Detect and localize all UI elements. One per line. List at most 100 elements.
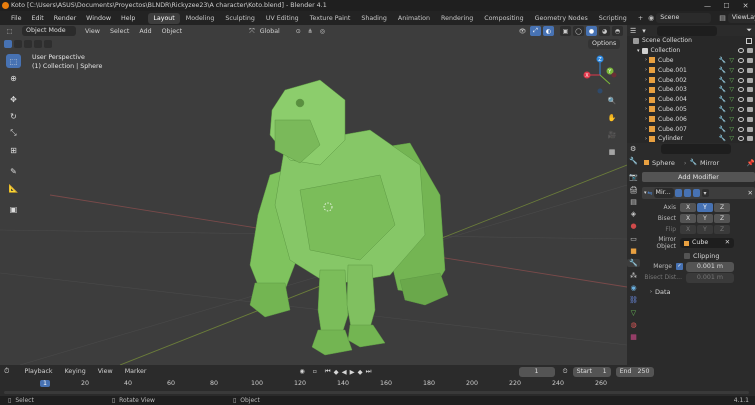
flip-z-toggle[interactable]: Z [714,225,730,234]
camera-icon[interactable] [747,136,753,142]
expand-arrow-icon[interactable]: › [645,87,647,93]
3d-viewport[interactable]: ⬚ Object Mode View Select Add Object ⤧ G… [0,25,627,365]
tab-layout[interactable]: Layout [148,12,180,24]
outliner-item[interactable]: › Cube.004 🔧 ▽ [627,95,755,105]
edit-mode-toggle-icon[interactable] [674,189,682,197]
bisect-y-toggle[interactable]: Y [697,214,713,223]
frame-tick-current[interactable]: 1 [40,380,51,387]
expand-arrow-icon[interactable]: › [645,126,647,132]
tab-texture-paint[interactable]: Texture Paint [305,13,356,24]
expand-arrow-icon[interactable]: › [645,106,647,112]
eye-icon[interactable] [738,116,744,122]
end-frame-field[interactable]: End 250 [615,366,654,377]
constraints-tab-icon[interactable]: ⛓ [629,296,638,304]
view-layer-tab-icon[interactable]: ▤ [630,198,637,206]
bisect-distance-field[interactable]: 0.001 m [686,272,734,283]
menu-file[interactable]: File [6,15,27,22]
mirror-object-field[interactable]: Cube ✕ [680,238,734,248]
axis-z-toggle[interactable]: Z [714,203,730,212]
particles-tab-icon[interactable]: ⁂ [630,272,637,280]
outliner-item[interactable]: › Cube.002 🔧 ▽ [627,75,755,85]
menu-timeline-view[interactable]: View [93,368,118,375]
outliner-item[interactable]: › Cylinder 🔧 ▽ [627,134,755,143]
flip-x-toggle[interactable]: X [680,225,696,234]
cursor-tool-icon[interactable]: ⊕ [6,71,21,85]
clear-field-icon[interactable]: ✕ [725,238,730,248]
expand-arrow-icon[interactable]: › [645,97,647,103]
scene-selector[interactable]: Scene [656,13,712,23]
eye-icon[interactable] [738,136,744,142]
menu-keying[interactable]: Keying [60,368,91,375]
pan-hand-icon[interactable]: ✋ [606,112,618,124]
preview-range-icon[interactable]: ⏲ [563,367,568,376]
add-workspace-button[interactable]: + [633,13,648,24]
current-frame-field[interactable]: 1 [518,366,555,377]
collapse-arrow-icon[interactable]: ▾ [644,190,647,196]
menu-edit[interactable]: Edit [27,15,49,22]
tab-modeling[interactable]: Modeling [181,13,220,24]
jump-start-icon[interactable]: ⏮ [325,367,331,376]
expand-arrow-icon[interactable]: ▾ [637,48,640,54]
scene-tab-icon[interactable]: ◈ [631,210,636,218]
clipping-row[interactable]: Clipping [642,250,755,261]
eye-icon[interactable] [738,106,744,112]
eye-icon[interactable] [738,97,744,103]
annotate-tool-icon[interactable]: ✎ [6,164,21,178]
outliner-funnel-icon[interactable]: ⏷ [746,26,752,35]
camera-view-icon[interactable]: 🎥 [606,129,618,141]
checkbox-icon[interactable] [746,37,752,44]
menu-help[interactable]: Help [116,15,140,22]
expand-arrow-icon[interactable]: › [645,77,647,83]
play-icon[interactable]: ▶ [350,368,355,376]
outliner-item[interactable]: › Cube.006 🔧 ▽ [627,114,755,124]
close-button[interactable]: ✕ [736,2,755,10]
prev-keyframe-icon[interactable]: ◆ [334,368,339,376]
outliner-item[interactable]: › Cube.007 🔧 ▽ [627,124,755,134]
timeline-editor-icon[interactable]: ⏱ [4,367,9,376]
axis-y-toggle[interactable]: Y [697,203,713,212]
tab-rendering[interactable]: Rendering [436,13,478,24]
maximize-button[interactable]: ☐ [717,2,736,10]
menu-render[interactable]: Render [49,15,81,22]
measure-tool-icon[interactable]: 📐 [6,181,21,195]
timeline-ruler[interactable]: 1 20 40 60 80 100 120 140 160 180 200 22… [0,380,755,389]
camera-icon[interactable] [747,116,753,122]
output-tab-icon[interactable]: 🖨 [629,186,638,194]
tab-scripting[interactable]: Scripting [594,13,632,24]
camera-icon[interactable] [747,77,753,83]
add-cube-tool-icon[interactable]: ▣ [6,202,21,216]
outliner-item[interactable]: › Cube.001 🔧 ▽ [627,65,755,75]
modifier-header[interactable]: ▾ ⇋ Mir... ▾ ✕ [642,187,755,199]
merge-distance-field[interactable]: 0.001 m [686,261,734,272]
pin-icon[interactable]: 📌 [747,159,755,167]
minimize-button[interactable]: — [698,2,717,10]
camera-icon[interactable] [747,67,753,73]
add-modifier-button[interactable]: Add Modifier [642,172,755,182]
texture-tab-icon[interactable]: ▦ [630,333,637,341]
expand-arrow-icon[interactable]: › [645,67,647,73]
outliner-editor-icon[interactable]: ☰ [630,27,636,35]
tab-animation[interactable]: Animation [393,13,435,24]
clipping-checkbox[interactable] [684,252,690,259]
tab-sculpting[interactable]: Sculpting [220,13,259,24]
tab-shading[interactable]: Shading [356,13,392,24]
tool-tab-icon[interactable]: 🔧 [629,157,638,165]
camera-icon[interactable] [747,48,753,54]
scene-collection-row[interactable]: Scene Collection [627,36,755,46]
menu-window[interactable]: Window [81,15,116,22]
rotate-tool-icon[interactable]: ↻ [6,109,21,123]
object-tab-icon[interactable]: ■ [630,247,637,255]
zoom-icon[interactable]: 🔍 [606,95,618,107]
flip-y-toggle[interactable]: Y [697,225,713,234]
view-layer-selector[interactable]: ViewLayer [727,13,755,23]
properties-editor-icon[interactable]: ⚙ [630,145,636,153]
expand-arrow-icon[interactable]: › [645,116,647,122]
collection-row[interactable]: ▾ Collection [627,46,755,56]
physics-tab-icon[interactable]: ◉ [630,284,636,292]
world-tab-icon[interactable]: ● [630,222,636,230]
delete-modifier-icon[interactable]: ✕ [748,189,753,197]
ortho-grid-icon[interactable]: ▦ [606,146,618,158]
bisect-z-toggle[interactable]: Z [714,214,730,223]
camera-icon[interactable] [747,106,753,112]
tab-compositing[interactable]: Compositing [479,13,528,24]
